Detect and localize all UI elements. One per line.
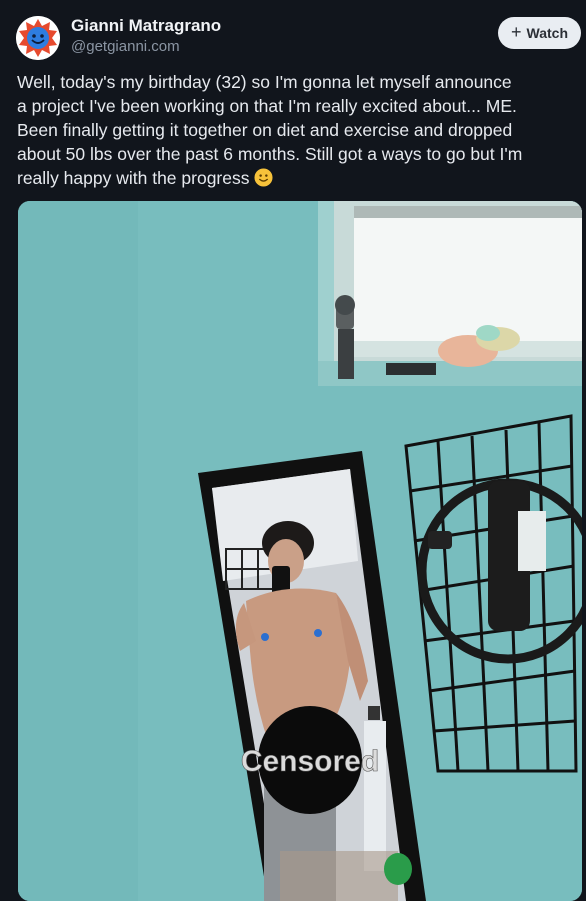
post-text-last-line: really happy with the progress — [17, 166, 579, 190]
smiley-badge-icon — [16, 16, 60, 60]
slightly-smiling-face-icon — [254, 168, 273, 187]
post-image[interactable]: Censored — [18, 201, 582, 901]
plus-icon: + — [511, 22, 522, 42]
author-handle[interactable]: @getgianni.com — [71, 38, 180, 55]
post-text-line: Well, today's my birthday (32) so I'm go… — [17, 72, 512, 92]
post-text-line: about 50 lbs over the past 6 months. Sti… — [17, 144, 523, 164]
post-text-line: Been finally getting it together on diet… — [17, 120, 513, 140]
censor-label: Censored — [241, 745, 379, 778]
watch-button[interactable]: + Watch — [498, 17, 581, 49]
post-text: Well, today's my birthday (32) so I'm go… — [17, 70, 579, 190]
post-text-line: really happy with the progress — [17, 168, 250, 188]
author-avatar[interactable] — [16, 16, 60, 60]
post-text-line: a project I've been working on that I'm … — [17, 96, 517, 116]
post-card: Gianni Matragrano @getgianni.com + Watch… — [0, 0, 586, 901]
watch-label: Watch — [526, 25, 568, 41]
author-name[interactable]: Gianni Matragrano — [71, 16, 221, 36]
mirror-selfie-photo: Censored — [18, 201, 582, 901]
